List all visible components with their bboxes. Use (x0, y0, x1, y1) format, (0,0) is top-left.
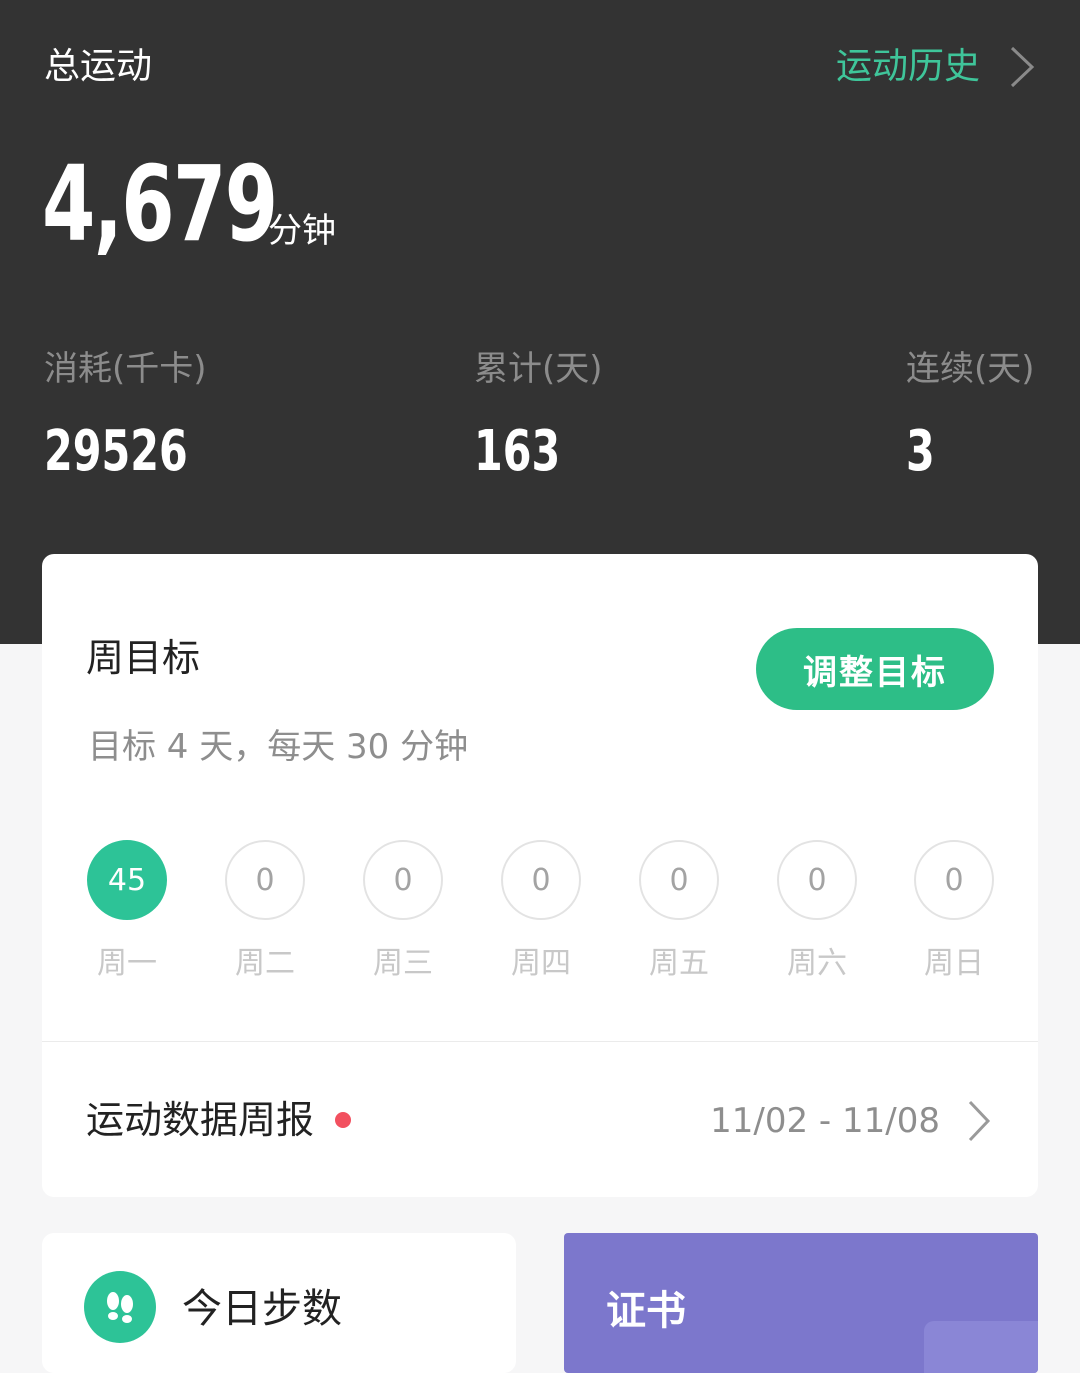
total-minutes: 4,679 分钟 (42, 143, 336, 265)
day-minutes: 0 (225, 840, 305, 920)
stat-cumulative-days-label: 累计(天) (474, 349, 603, 389)
day-label: 周三 (373, 946, 433, 981)
day-monday[interactable]: 45 周一 (87, 840, 167, 984)
stat-streak-days: 连续(天) 3 (906, 346, 1035, 482)
stat-calories-value: 29526 (44, 419, 188, 484)
adjust-goal-button[interactable]: 调整目标 (756, 628, 994, 710)
stat-streak-days-label: 连续(天) (906, 349, 1035, 389)
day-minutes: 0 (363, 840, 443, 920)
day-tuesday[interactable]: 0 周二 (225, 840, 305, 984)
day-sunday[interactable]: 0 周日 (914, 840, 994, 984)
weekly-goal-title: 周目标 (86, 636, 201, 680)
weekly-report-date-range: 11/02 - 11/08 (710, 1101, 940, 1141)
day-thursday[interactable]: 0 周四 (501, 840, 581, 984)
today-steps-card[interactable]: 今日步数 (42, 1233, 516, 1373)
unread-dot (335, 1112, 351, 1128)
day-minutes: 0 (777, 840, 857, 920)
exercise-history-label: 运动历史 (835, 46, 980, 87)
stat-calories: 消耗(千卡) 29526 (44, 346, 219, 482)
footprints-icon (84, 1271, 156, 1343)
day-label: 周一 (97, 946, 157, 981)
today-steps-label: 今日步数 (182, 1286, 342, 1332)
total-minutes-unit: 分钟 (268, 211, 336, 251)
day-label: 周二 (235, 946, 295, 981)
day-label: 周五 (649, 946, 709, 981)
page-title: 总运动 (44, 46, 153, 87)
total-minutes-value: 4,679 (42, 143, 278, 265)
exercise-history-link[interactable]: 运动历史 (836, 40, 1040, 94)
weekly-report-row[interactable]: 运动数据周报 11/02 - 11/08 (42, 1042, 1038, 1197)
stat-calories-label: 消耗(千卡) (44, 349, 207, 389)
day-minutes: 0 (639, 840, 719, 920)
chevron-right-icon (968, 1100, 991, 1142)
day-label: 周四 (511, 946, 571, 981)
certificate-decoration (924, 1321, 1038, 1373)
day-wednesday[interactable]: 0 周三 (363, 840, 443, 984)
day-saturday[interactable]: 0 周六 (777, 840, 857, 984)
day-label: 周日 (924, 946, 984, 981)
weekly-report-title: 运动数据周报 (86, 1098, 315, 1142)
day-minutes: 45 (87, 840, 167, 920)
day-friday[interactable]: 0 周五 (639, 840, 719, 984)
stat-cumulative-days: 累计(天) 163 (474, 346, 603, 482)
weekly-goal-subtitle: 目标 4 天，每天 30 分钟 (88, 727, 469, 767)
day-label: 周六 (787, 946, 847, 981)
stat-streak-days-value: 3 (906, 419, 935, 484)
day-minutes: 0 (501, 840, 581, 920)
day-minutes: 0 (914, 840, 994, 920)
header-background (0, 0, 1080, 644)
chevron-right-icon (1010, 46, 1035, 88)
stat-cumulative-days-value: 163 (474, 419, 561, 484)
certificate-card[interactable]: 证书 (564, 1233, 1038, 1373)
certificate-label: 证书 (606, 1288, 686, 1334)
weekly-goal-card: 周目标 目标 4 天，每天 30 分钟 调整目标 45 周一 0 周二 0 周三… (42, 554, 1038, 1197)
